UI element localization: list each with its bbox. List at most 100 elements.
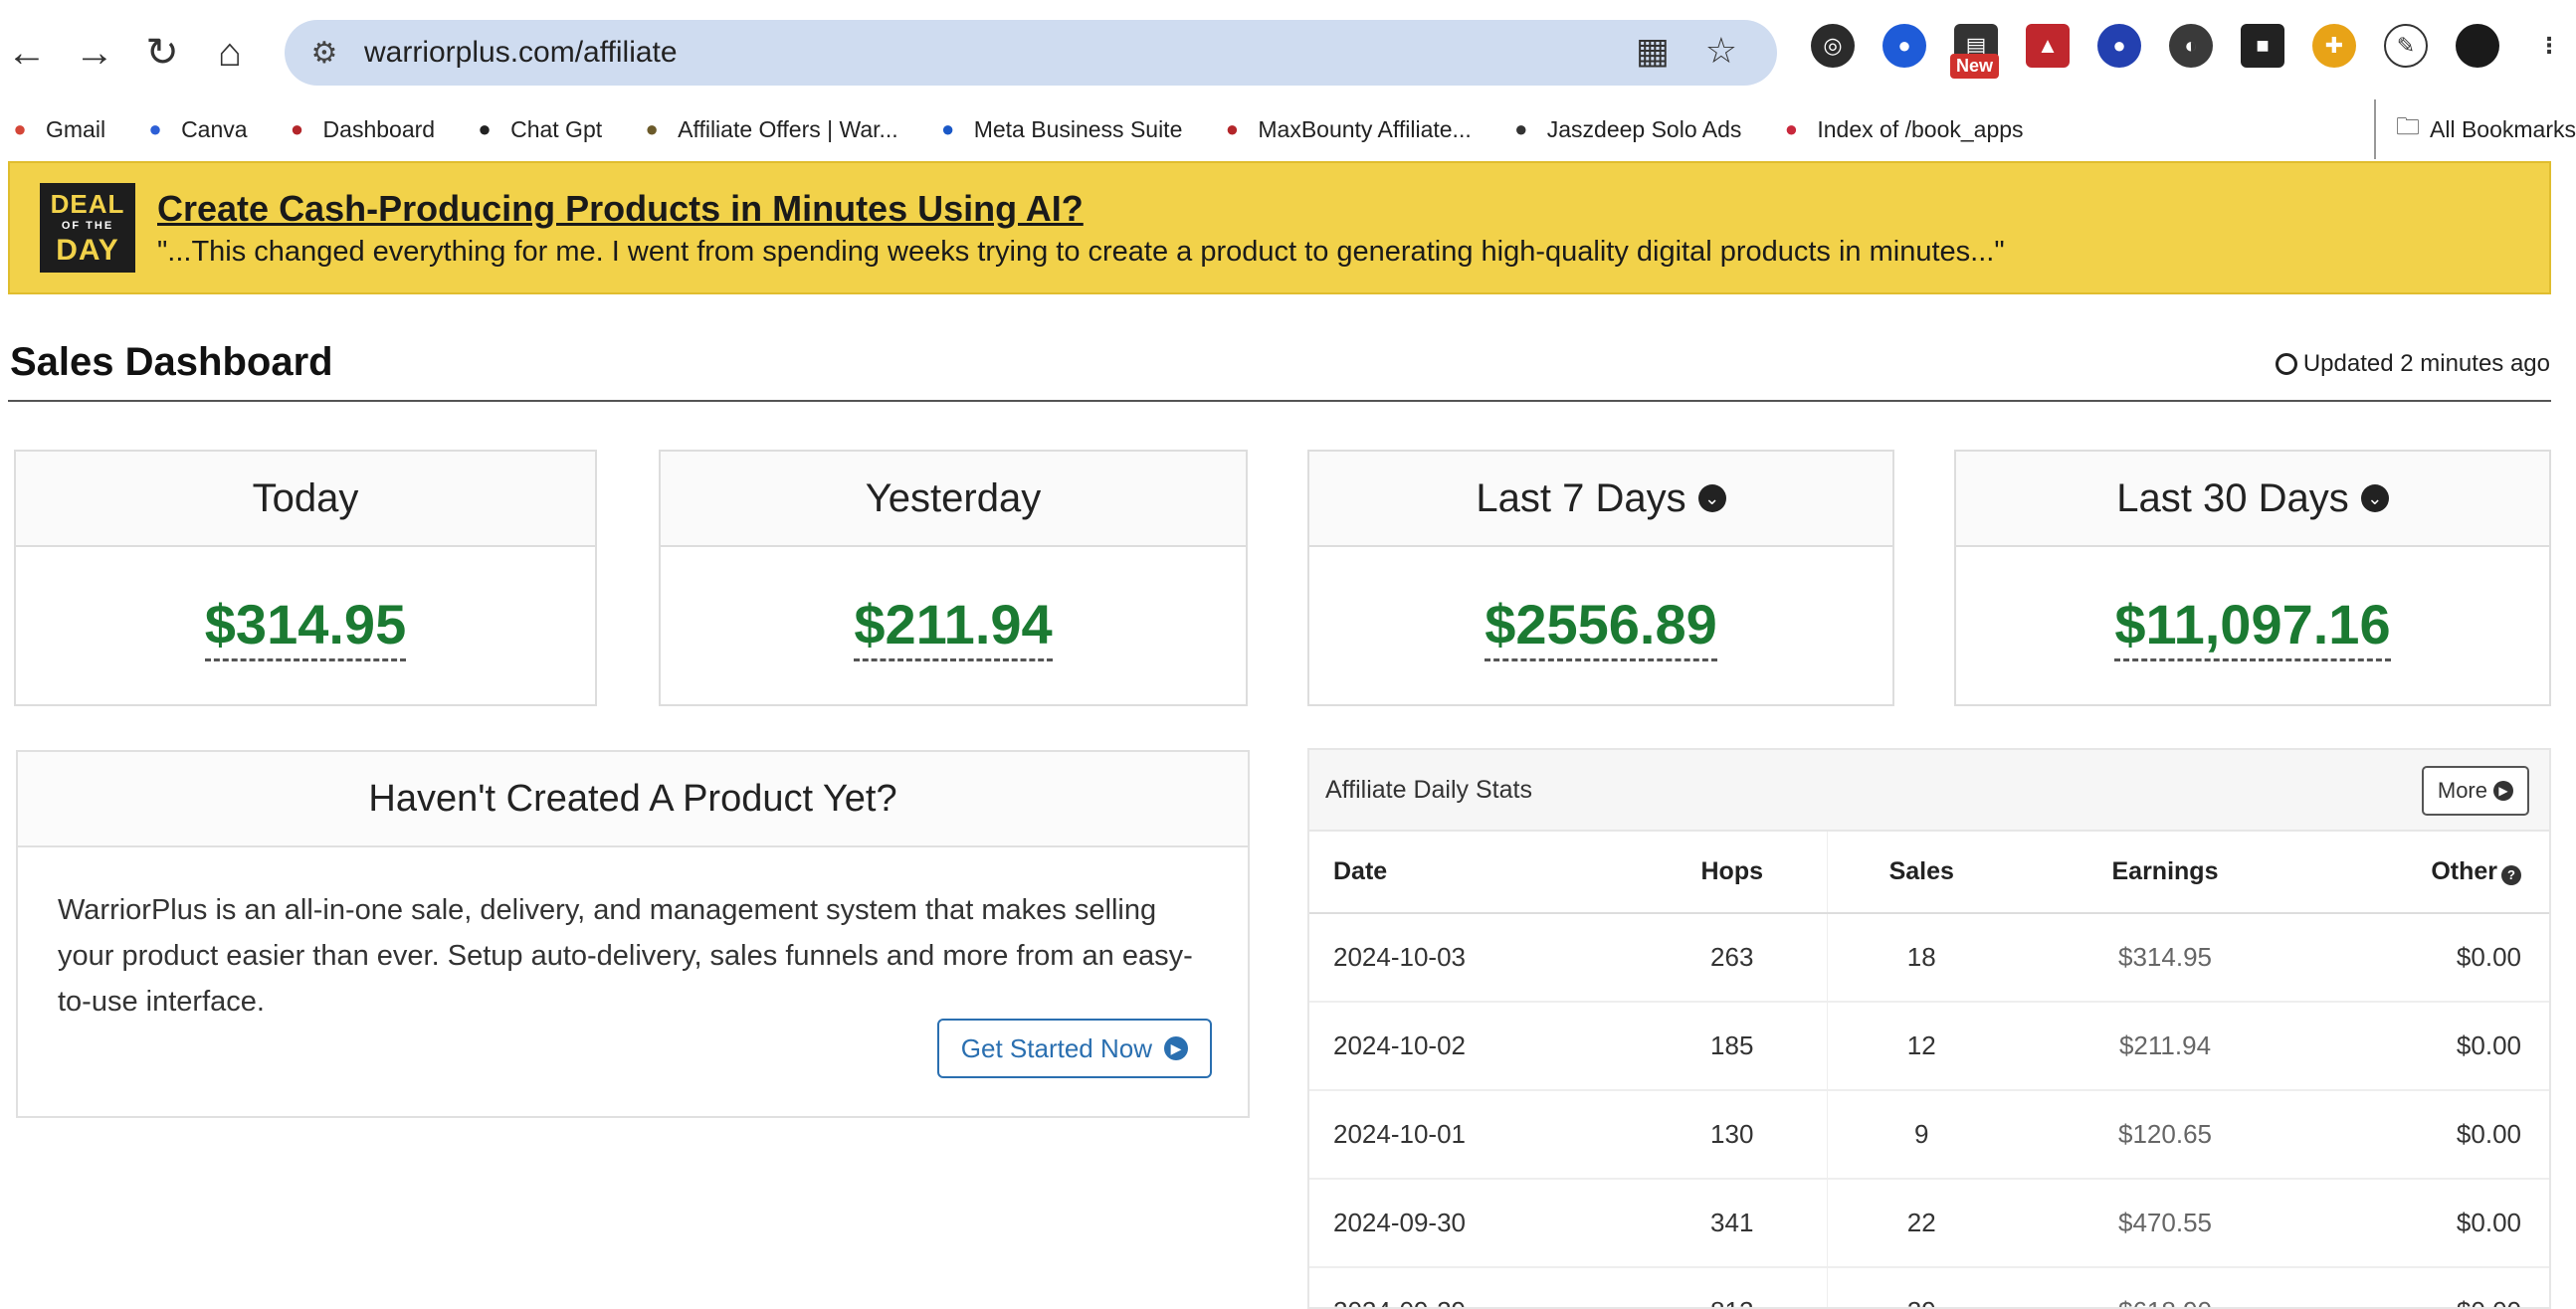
stat-card-body: $2556.89 [1309, 547, 1892, 706]
cell-date: 2024-10-01 [1309, 1090, 1638, 1180]
address-bar[interactable]: ⚙ warriorplus.com/affiliate ▦ ☆ [285, 20, 1777, 86]
column-header-other: Other? [2314, 832, 2549, 914]
bookmark-item[interactable]: ● Gmail [6, 115, 105, 143]
stat-card-value[interactable]: $2556.89 [1485, 592, 1717, 661]
chevron-down-icon[interactable]: ⌄ [2360, 484, 2389, 512]
extension-fox-icon[interactable]: ▲ [2026, 24, 2070, 68]
arrow-right-circle-icon: ▶ [1164, 1036, 1188, 1060]
stats-header: Affiliate Daily Stats More ▶ [1309, 750, 2549, 832]
browser-toolbar: ← → ↻ ⌂ ⚙ warriorplus.com/affiliate ▦ ☆ … [0, 0, 2576, 99]
extension-spiral-icon[interactable]: ◐ [2169, 24, 2213, 68]
stat-card-body: $211.94 [661, 547, 1246, 706]
table-header-row: Date Hops Sales Earnings Other? [1309, 832, 2549, 914]
cell-hops: 812 [1638, 1267, 1828, 1307]
extensions-row: ◎ ● ▤ ▲ ● ◐ ■ ✚ ✎ ⋮ [1811, 24, 2571, 68]
extension-blue-icon[interactable]: ● [1882, 24, 1926, 68]
browser-menu-icon[interactable]: ⋮ [2527, 24, 2571, 68]
stat-card-last-30-days: Last 30 Days ⌄ $11,097.16 [1954, 450, 2551, 706]
stat-card-value[interactable]: $211.94 [854, 592, 1053, 661]
bookmark-label: Affiliate Offers | War... [678, 115, 898, 142]
bookmark-label: Jaszdeep Solo Ads [1546, 115, 1742, 142]
stat-card-header: Last 30 Days ⌄ [1956, 452, 2549, 547]
bookmark-label: Canva [181, 115, 248, 142]
table-row[interactable]: 2024-09-30 341 22 $470.55 $0.00 [1309, 1179, 2549, 1268]
chevron-down-icon[interactable]: ⌄ [1697, 484, 1726, 512]
bookmark-item[interactable]: ● Meta Business Suite [934, 115, 1183, 143]
info-icon[interactable]: ? [2501, 864, 2521, 885]
bookmark-item[interactable]: ● Affiliate Offers | War... [638, 115, 898, 143]
site-settings-icon[interactable]: ⚙ [304, 33, 344, 73]
stat-card-body: $11,097.16 [1956, 547, 2549, 706]
cell-earnings: $314.95 [2016, 913, 2314, 1003]
bookmark-item[interactable]: ● Canva [141, 115, 247, 143]
all-bookmarks-button[interactable]: 🗀 All Bookmarks [2374, 99, 2576, 159]
cell-sales: 22 [1827, 1179, 2016, 1268]
page-title: Sales Dashboard [10, 340, 333, 384]
cell-other: $0.00 [2314, 1090, 2549, 1180]
promo-body: WarriorPlus is an all-in-one sale, deliv… [58, 894, 1193, 1018]
cell-other: $0.00 [2314, 1179, 2549, 1268]
header-divider [8, 400, 2551, 402]
dashboard-icon: ● [290, 116, 304, 141]
gmail-icon: ● [13, 116, 27, 141]
updated-status: Updated 2 minutes ago [2275, 350, 2550, 378]
cell-earnings: $470.55 [2016, 1179, 2314, 1268]
table-row[interactable]: 2024-10-03 263 18 $314.95 $0.00 [1309, 913, 2549, 1003]
bookmark-item[interactable]: ● Index of /book_apps [1777, 115, 2024, 143]
promo-title: Haven't Created A Product Yet? [368, 777, 897, 820]
index-icon: ● [1784, 116, 1799, 141]
bookmark-item[interactable]: ● Dashboard [284, 115, 435, 143]
cell-other: $0.00 [2314, 913, 2549, 1003]
back-arrow-icon[interactable]: ← [0, 26, 54, 80]
table-row[interactable]: 2024-10-01 130 9 $120.65 $0.00 [1309, 1090, 2549, 1180]
bookmark-item[interactable]: ● MaxBounty Affiliate... [1218, 115, 1472, 143]
stat-card-body: $314.95 [16, 547, 595, 706]
bookmark-label: Gmail [46, 115, 106, 142]
promo-header: Haven't Created A Product Yet? [18, 752, 1248, 847]
table-row[interactable]: 2024-10-02 185 12 $211.94 $0.00 [1309, 1002, 2549, 1091]
reload-icon[interactable]: ↻ [135, 26, 189, 80]
stats-table: Date Hops Sales Earnings Other? 2024-10-… [1309, 832, 2549, 1307]
cell-earnings: $618.90 [2016, 1267, 2314, 1307]
forward-arrow-icon[interactable]: → [68, 26, 121, 80]
table-row[interactable]: 2024-09-2981229$618.90$0.00 [1309, 1267, 2549, 1307]
bookmark-label: Chat Gpt [510, 115, 603, 142]
cell-sales: 29 [1827, 1267, 2016, 1307]
bookmark-item[interactable]: ● Jaszdeep Solo Ads [1507, 115, 1742, 143]
stat-card-label: Yesterday [865, 475, 1042, 520]
more-button[interactable]: More ▶ [2421, 766, 2529, 816]
cell-sales: 12 [1827, 1002, 2016, 1091]
arrow-right-circle-icon: ▶ [2493, 781, 2513, 801]
maxbounty-icon: ● [1225, 116, 1240, 141]
deal-text: Create Cash-Producing Products in Minute… [157, 188, 2005, 269]
extension-color-icon[interactable]: ✚ [2312, 24, 2356, 68]
stat-card-label: Last 30 Days [2116, 475, 2349, 520]
url-text[interactable]: warriorplus.com/affiliate [364, 36, 678, 70]
get-started-button[interactable]: Get Started Now ▶ [936, 1019, 1212, 1078]
cell-hops: 263 [1638, 913, 1828, 1003]
extension-square-icon[interactable]: ■ [2241, 24, 2284, 68]
deal-of-the-day-banner[interactable]: DEAL OF THE DAY Create Cash-Producing Pr… [8, 161, 2551, 294]
extension-chatgpt-icon[interactable]: ◎ [1811, 24, 1855, 68]
stat-card-value[interactable]: $314.95 [204, 592, 407, 661]
cell-earnings: $120.65 [2016, 1090, 2314, 1180]
folder-icon: 🗀 [2396, 112, 2421, 140]
bookmark-label: Meta Business Suite [973, 115, 1183, 142]
profile-avatar[interactable] [2456, 24, 2499, 68]
stat-card-value[interactable]: $11,097.16 [2114, 592, 2391, 661]
column-header-hops: Hops [1638, 832, 1828, 914]
column-header-date: Date [1309, 832, 1638, 914]
bookmark-star-icon[interactable]: ☆ [1705, 30, 1737, 72]
cell-sales: 18 [1827, 913, 2016, 1003]
deal-title-link[interactable]: Create Cash-Producing Products in Minute… [157, 188, 2005, 230]
extension-circle-icon[interactable]: ● [2097, 24, 2141, 68]
install-app-icon[interactable]: ▦ [1636, 30, 1670, 72]
home-icon[interactable]: ⌂ [203, 26, 257, 80]
canva-icon: ● [148, 116, 162, 141]
bookmark-item[interactable]: ● Chat Gpt [471, 115, 602, 143]
extensions-puzzle-icon[interactable]: ✎ [2384, 24, 2428, 68]
cell-hops: 341 [1638, 1179, 1828, 1268]
stat-card-last-7-days: Last 7 Days ⌄ $2556.89 [1307, 450, 1894, 706]
stat-card-header: Yesterday [661, 452, 1246, 547]
deal-quote: "...This changed everything for me. I we… [157, 235, 2005, 268]
